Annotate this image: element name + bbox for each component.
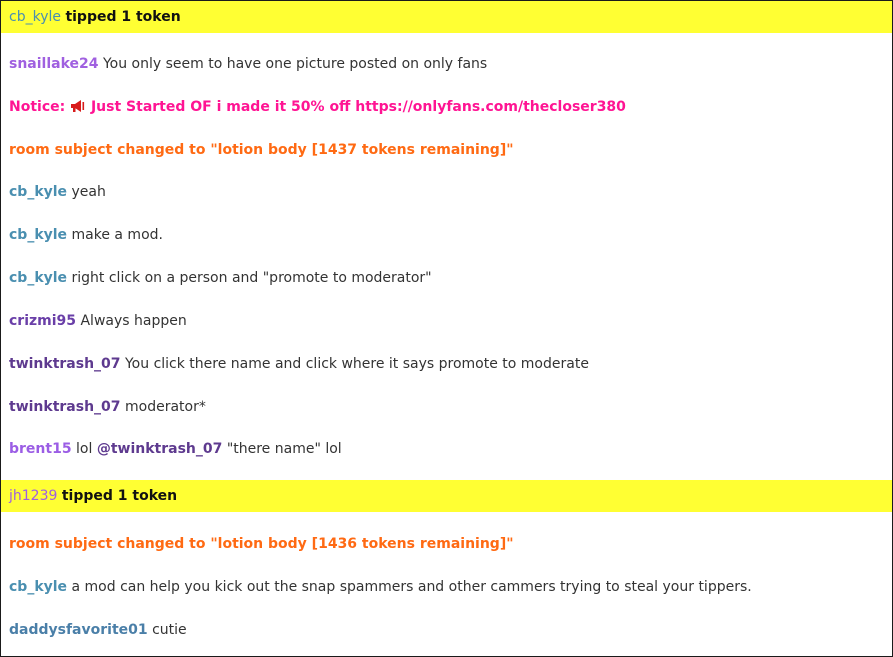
tip-message: cb_kyle tipped 1 token bbox=[1, 1, 892, 33]
username[interactable]: daddysfavorite01 bbox=[9, 622, 148, 638]
username[interactable]: crizmi95 bbox=[9, 313, 76, 329]
chat-message: cb_kyle make a mod. bbox=[1, 225, 892, 245]
message-text: You only seem to have one picture posted… bbox=[102, 56, 488, 72]
message-text: "there name" lol bbox=[226, 441, 342, 457]
username[interactable]: twinktrash_07 bbox=[9, 399, 121, 415]
message-text: You click there name and click where it … bbox=[124, 356, 589, 372]
message-text: lol bbox=[76, 441, 93, 457]
username[interactable]: cb_kyle bbox=[9, 270, 67, 286]
message-text: Always happen bbox=[80, 313, 187, 329]
message-text: right click on a person and "promote to … bbox=[71, 270, 432, 286]
message-text: cutie bbox=[152, 622, 187, 638]
notice-text: Just Started OF i made it 50% off https:… bbox=[86, 99, 626, 115]
chat-message: cb_kyle right click on a person and "pro… bbox=[1, 268, 892, 288]
chat-message: cb_kyle a mod can help you kick out the … bbox=[1, 577, 892, 597]
mention[interactable]: @twinktrash_07 bbox=[97, 441, 223, 457]
username[interactable]: cb_kyle bbox=[9, 9, 61, 25]
notice-message: Notice: Just Started OF i made it 50% of… bbox=[1, 97, 892, 117]
chat-message: snaillake24 You only seem to have one pi… bbox=[1, 54, 892, 74]
message-text: make a mod. bbox=[71, 227, 163, 243]
username[interactable]: snaillake24 bbox=[9, 56, 99, 72]
tip-text: tipped 1 token bbox=[61, 488, 178, 504]
room-subject-text: room subject changed to "lotion body [14… bbox=[9, 536, 514, 552]
room-subject-message: room subject changed to "lotion body [14… bbox=[1, 140, 892, 160]
username[interactable]: brent15 bbox=[9, 441, 72, 457]
room-subject-message: room subject changed to "lotion body [14… bbox=[1, 534, 892, 554]
username[interactable]: twinktrash_07 bbox=[9, 356, 121, 372]
chat-log: cb_kyle tipped 1 token snaillake24 You o… bbox=[0, 0, 893, 657]
tip-text: tipped 1 token bbox=[65, 9, 181, 25]
username[interactable]: cb_kyle bbox=[9, 227, 67, 243]
chat-message: twinktrash_07 moderator* bbox=[1, 397, 892, 417]
username[interactable]: jh1239 bbox=[9, 488, 57, 504]
username[interactable]: cb_kyle bbox=[9, 579, 67, 595]
chat-message: twinktrash_07 You click there name and c… bbox=[1, 354, 892, 374]
chat-message: daddysfavorite01 cutie bbox=[1, 620, 892, 640]
chat-message: crizmi95 Always happen bbox=[1, 311, 892, 331]
tip-message: jh1239 tipped 1 token bbox=[1, 480, 892, 512]
megaphone-icon bbox=[70, 99, 86, 113]
message-text: yeah bbox=[71, 184, 106, 200]
message-text: moderator* bbox=[124, 399, 206, 415]
notice-label: Notice: bbox=[9, 99, 71, 115]
username[interactable]: cb_kyle bbox=[9, 184, 67, 200]
chat-message: brent15 lol @twinktrash_07 "there name" … bbox=[1, 439, 892, 459]
message-text: a mod can help you kick out the snap spa… bbox=[71, 579, 752, 595]
room-subject-text: room subject changed to "lotion body [14… bbox=[9, 142, 514, 158]
chat-message: cb_kyle yeah bbox=[1, 182, 892, 202]
